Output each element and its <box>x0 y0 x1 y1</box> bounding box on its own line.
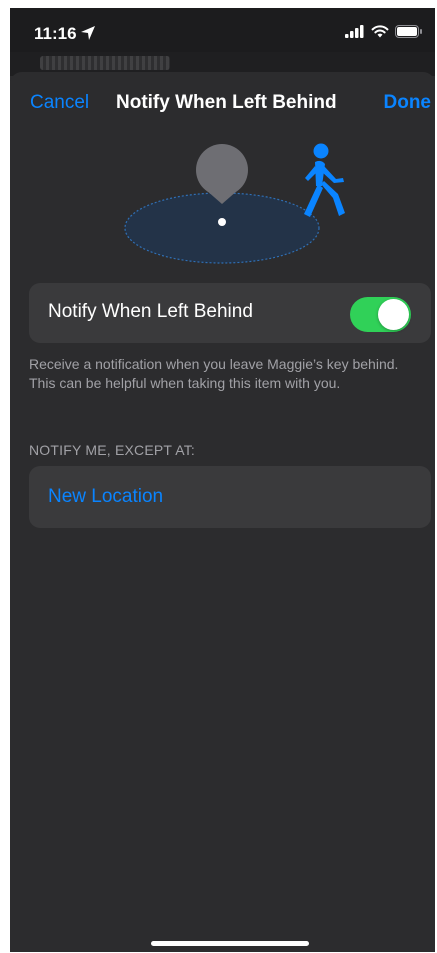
notify-toggle-switch[interactable] <box>350 297 411 332</box>
wifi-icon <box>371 25 389 38</box>
notify-toggle-label: Notify When Left Behind <box>48 301 253 322</box>
walking-person-icon <box>304 143 345 217</box>
notify-description: Receive a notification when you leave Ma… <box>29 356 399 391</box>
exceptions-section-header: NOTIFY ME, EXCEPT AT: <box>29 442 196 458</box>
battery-icon <box>395 25 422 38</box>
blurred-background-content <box>40 56 170 70</box>
new-location-button[interactable]: New Location <box>29 466 431 528</box>
done-button[interactable]: Done <box>384 92 432 114</box>
left-behind-illustration <box>124 143 345 264</box>
page-title: Notify When Left Behind <box>116 92 337 113</box>
modal-sheet: Cancel Notify When Left Behind Done Noti… <box>10 72 435 952</box>
toggle-knob <box>378 299 409 330</box>
screen: 11:16 Cancel Notify When Left Behind Don… <box>10 8 435 952</box>
cellular-signal-icon <box>345 25 364 38</box>
new-location-label: New Location <box>48 486 164 507</box>
status-time: 11:16 <box>34 24 77 43</box>
notify-toggle-row: Notify When Left Behind <box>29 283 431 343</box>
cancel-button[interactable]: Cancel <box>30 92 89 114</box>
navigation-bar: Cancel Notify When Left Behind Done <box>10 90 435 120</box>
status-icons <box>345 25 423 38</box>
home-indicator[interactable] <box>151 941 309 946</box>
location-arrow-icon <box>81 26 95 40</box>
